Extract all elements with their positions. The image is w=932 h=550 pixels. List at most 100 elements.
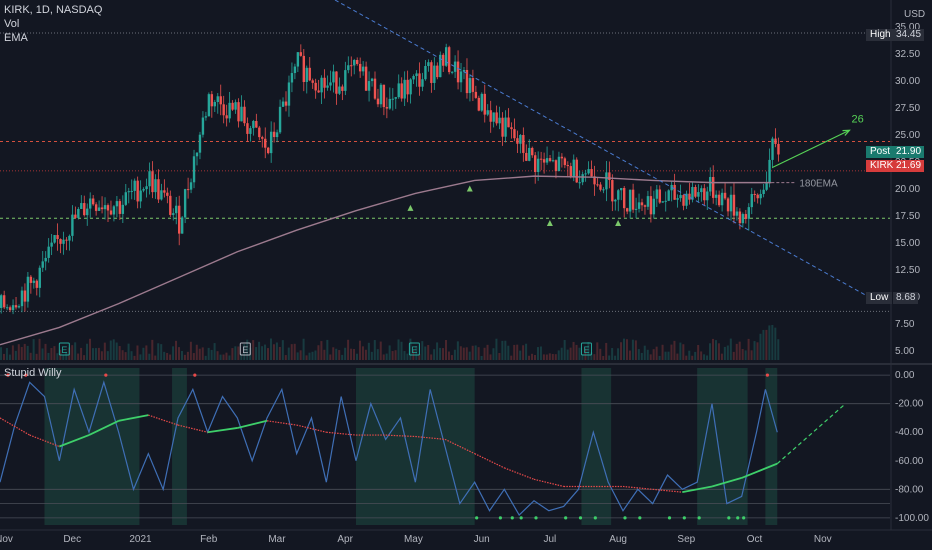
candle-body-232: [688, 193, 691, 200]
volume-bar-129: [382, 354, 385, 360]
candle-body-172: [510, 127, 513, 130]
oscillator-shade-band-5: [765, 368, 778, 525]
candle-body-254: [753, 194, 756, 196]
volume-bar-12: [35, 353, 38, 360]
volume-bar-40: [118, 346, 121, 360]
symbol-line[interactable]: KIRK, 1D, NASDAQ: [4, 3, 102, 17]
candle-body-220: [652, 198, 656, 215]
candle-body-116: [344, 70, 347, 91]
currency-label[interactable]: USD: [901, 9, 928, 21]
candle-body-196: [581, 174, 584, 183]
price-tick-label-6: 20.00: [895, 184, 920, 195]
volume-bar-162: [480, 355, 483, 360]
oscillator-shade-band-4: [697, 368, 748, 525]
candle-body-170: [504, 117, 507, 137]
candle-body-215: [637, 202, 641, 209]
volume-bar-212: [628, 350, 631, 360]
volume-bar-127: [376, 349, 379, 360]
candle-body-219: [649, 196, 653, 215]
volume-bar-242: [717, 343, 720, 360]
candle-body-10: [29, 276, 33, 283]
volume-bar-104: [308, 352, 311, 360]
volume-bar-43: [127, 343, 130, 360]
volume-bar-191: [566, 349, 569, 360]
overbought-dot-3: [193, 373, 197, 377]
candle-body-230: [682, 195, 685, 206]
volume-bar-74: [219, 354, 222, 360]
volume-bar-243: [720, 353, 723, 360]
candle-body-244: [723, 192, 727, 199]
candle-body-177: [525, 152, 528, 161]
oscillator-shade-band-3: [581, 368, 612, 525]
volume-bar-31: [91, 348, 94, 360]
volume-bar-71: [210, 349, 213, 360]
earnings-marker-letter-1: E: [242, 345, 248, 355]
candle-body-199: [590, 169, 593, 177]
candle-body-218: [646, 196, 650, 207]
volume-bar-208: [617, 348, 620, 360]
candle-body-183: [542, 159, 546, 163]
volume-bar-169: [501, 340, 504, 360]
ema-label[interactable]: EMA: [4, 31, 102, 45]
volume-bar-144: [427, 345, 430, 360]
candle-body-237: [703, 188, 706, 201]
volume-bar-111: [329, 354, 332, 360]
candle-body-149: [442, 54, 445, 66]
volume-label[interactable]: Vol: [4, 17, 102, 31]
volume-bar-34: [100, 351, 103, 360]
volume-bar-225: [667, 351, 670, 360]
candle-body-76: [225, 115, 228, 119]
price-tick-label-1: 7.50: [895, 319, 915, 330]
volume-bar-75: [222, 354, 225, 360]
volume-bar-229: [679, 342, 682, 360]
candle-body-91: [269, 131, 273, 154]
volume-bar-24: [71, 345, 74, 360]
candle-body-252: [747, 207, 750, 219]
indicator-name[interactable]: Stupid Willy: [4, 366, 61, 380]
chart-canvas[interactable]: 5.007.5010.0012.5015.0017.5020.0022.5025…: [0, 0, 932, 550]
volume-bar-156: [462, 347, 465, 360]
candle-body-70: [207, 94, 211, 117]
volume-bar-233: [691, 355, 694, 360]
volume-bar-65: [192, 353, 195, 360]
volume-bar-49: [145, 345, 148, 360]
volume-bar-113: [335, 348, 338, 360]
volume-bar-67: [198, 348, 201, 360]
candle-body-152: [450, 71, 454, 73]
volume-bar-106: [314, 350, 317, 360]
volume-bar-240: [712, 338, 714, 360]
candle-body-33: [97, 207, 101, 211]
time-tick-label-6: May: [404, 534, 423, 545]
volume-bar-158: [468, 351, 471, 360]
volume-bar-168: [498, 352, 501, 360]
candle-body-88: [261, 137, 264, 139]
candle-body-224: [664, 200, 667, 202]
candle-body-59: [175, 205, 178, 214]
candle-body-235: [697, 192, 700, 197]
volume-bar-142: [421, 341, 424, 360]
candle-body-158: [468, 78, 472, 94]
volume-bar-114: [338, 350, 341, 360]
ema-annotation-label: 180EMA: [799, 179, 838, 190]
candle-body-74: [219, 96, 222, 105]
volume-bar-120: [356, 353, 358, 360]
volume-bar-15: [44, 343, 47, 360]
candle-body-77: [228, 102, 231, 119]
oscillator-shade-band-0: [44, 368, 140, 525]
candle-body-106: [314, 82, 317, 91]
candle-body-142: [421, 79, 424, 87]
volume-bar-99: [293, 343, 296, 360]
candle-body-150: [445, 47, 448, 66]
candle-body-253: [750, 194, 753, 208]
volume-bar-150: [445, 340, 447, 360]
volume-bar-57: [169, 354, 172, 360]
oscillator-tick-label-5: -100.00: [895, 513, 929, 524]
volume-bar-258: [765, 329, 768, 360]
volume-bar-200: [593, 354, 596, 360]
volume-bar-4: [11, 345, 14, 360]
candle-body-78: [231, 102, 234, 110]
candle-body-19: [56, 235, 59, 240]
volume-bar-251: [744, 350, 747, 360]
candle-body-28: [83, 203, 86, 216]
candle-body-221: [655, 189, 659, 199]
